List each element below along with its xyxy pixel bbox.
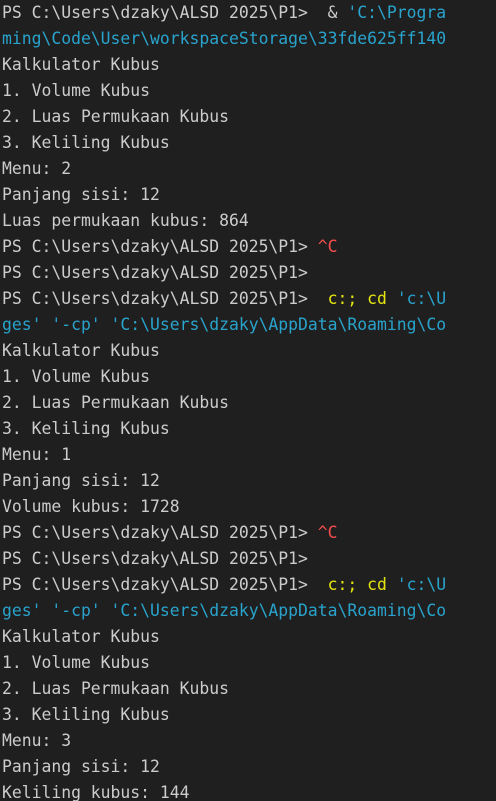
terminal-text: ^C [317,523,338,542]
terminal-text: PS C:\Users\dzaky\ALSD 2025\P1> [2,575,328,594]
terminal-text: 3. Keliling Kubus [2,419,170,438]
terminal-line: Keliling kubus: 144 [0,780,496,801]
terminal-text: PS C:\Users\dzaky\ALSD 2025\P1> & [2,3,348,22]
terminal-line: PS C:\Users\dzaky\ALSD 2025\P1> c:; cd '… [0,572,496,598]
terminal-text: Panjang sisi: 12 [2,471,160,490]
terminal-text: ges' '-cp' 'C:\Users\dzaky\AppData\Roami… [2,315,447,334]
terminal-text: 1. Volume Kubus [2,81,151,100]
terminal-line: Panjang sisi: 12 [0,182,496,208]
terminal-text: Volume kubus: 1728 [2,497,180,516]
terminal-text: ^C [317,237,338,256]
terminal-text: 'c:\U [396,289,447,308]
terminal-text: 'c:\U [396,575,447,594]
terminal-line: Kalkulator Kubus [0,52,496,78]
terminal-text: Menu: 1 [2,445,72,464]
terminal-text: Panjang sisi: 12 [2,757,160,776]
terminal-text: ges' '-cp' 'C:\Users\dzaky\AppData\Roami… [2,601,447,620]
terminal-line: PS C:\Users\dzaky\ALSD 2025\P1> & 'C:\Pr… [0,0,496,26]
terminal-line: Kalkulator Kubus [0,624,496,650]
terminal-line: 2. Luas Permukaan Kubus [0,676,496,702]
terminal-text: 3. Keliling Kubus [2,705,170,724]
terminal-text: Menu: 3 [2,731,72,750]
terminal-text: Kalkulator Kubus [2,55,160,74]
terminal-text: ming\Code\User\workspaceStorage\33fde625… [2,29,447,48]
terminal-line: 3. Keliling Kubus [0,702,496,728]
terminal-text: Kalkulator Kubus [2,341,160,360]
terminal-text: PS C:\Users\dzaky\ALSD 2025\P1> [2,523,318,542]
terminal-line: PS C:\Users\dzaky\ALSD 2025\P1> [0,546,496,572]
terminal-text: Keliling kubus: 144 [2,783,190,801]
terminal-line: Kalkulator Kubus [0,338,496,364]
terminal-line: Menu: 1 [0,442,496,468]
terminal-output[interactable]: PS C:\Users\dzaky\ALSD 2025\P1> & 'C:\Pr… [0,0,496,801]
terminal-line: Luas permukaan kubus: 864 [0,208,496,234]
terminal-text: PS C:\Users\dzaky\ALSD 2025\P1> [2,289,328,308]
terminal-line: PS C:\Users\dzaky\ALSD 2025\P1> ^C [0,234,496,260]
terminal-line: 3. Keliling Kubus [0,416,496,442]
terminal-text: Menu: 2 [2,159,72,178]
terminal-text: 3. Keliling Kubus [2,133,170,152]
terminal-text: PS C:\Users\dzaky\ALSD 2025\P1> [2,263,308,282]
terminal-text: c:; cd [327,289,397,308]
terminal-text: 2. Luas Permukaan Kubus [2,393,229,412]
terminal-line: 1. Volume Kubus [0,650,496,676]
terminal-line: ming\Code\User\workspaceStorage\33fde625… [0,26,496,52]
terminal-line: PS C:\Users\dzaky\ALSD 2025\P1> ^C [0,520,496,546]
terminal-text: 1. Volume Kubus [2,367,151,386]
terminal-text: 'C:\Progra [347,3,447,22]
terminal-text: 2. Luas Permukaan Kubus [2,679,229,698]
terminal-line: Panjang sisi: 12 [0,754,496,780]
terminal-line: 3. Keliling Kubus [0,130,496,156]
terminal-text: Panjang sisi: 12 [2,185,160,204]
terminal-line: Panjang sisi: 12 [0,468,496,494]
terminal-text: PS C:\Users\dzaky\ALSD 2025\P1> [2,237,318,256]
terminal-line: PS C:\Users\dzaky\ALSD 2025\P1> [0,260,496,286]
terminal-text: c:; cd [327,575,397,594]
terminal-line: Menu: 2 [0,156,496,182]
terminal-line: 1. Volume Kubus [0,78,496,104]
terminal-line: 2. Luas Permukaan Kubus [0,104,496,130]
terminal-line: Volume kubus: 1728 [0,494,496,520]
terminal-line: 2. Luas Permukaan Kubus [0,390,496,416]
terminal-text: Luas permukaan kubus: 864 [2,211,249,230]
terminal-line: ges' '-cp' 'C:\Users\dzaky\AppData\Roami… [0,598,496,624]
terminal-line: PS C:\Users\dzaky\ALSD 2025\P1> c:; cd '… [0,286,496,312]
terminal-line: Menu: 3 [0,728,496,754]
terminal-line: 1. Volume Kubus [0,364,496,390]
terminal-line: ges' '-cp' 'C:\Users\dzaky\AppData\Roami… [0,312,496,338]
terminal-text: 1. Volume Kubus [2,653,151,672]
terminal-text: Kalkulator Kubus [2,627,160,646]
terminal-text: 2. Luas Permukaan Kubus [2,107,229,126]
terminal-text: PS C:\Users\dzaky\ALSD 2025\P1> [2,549,308,568]
